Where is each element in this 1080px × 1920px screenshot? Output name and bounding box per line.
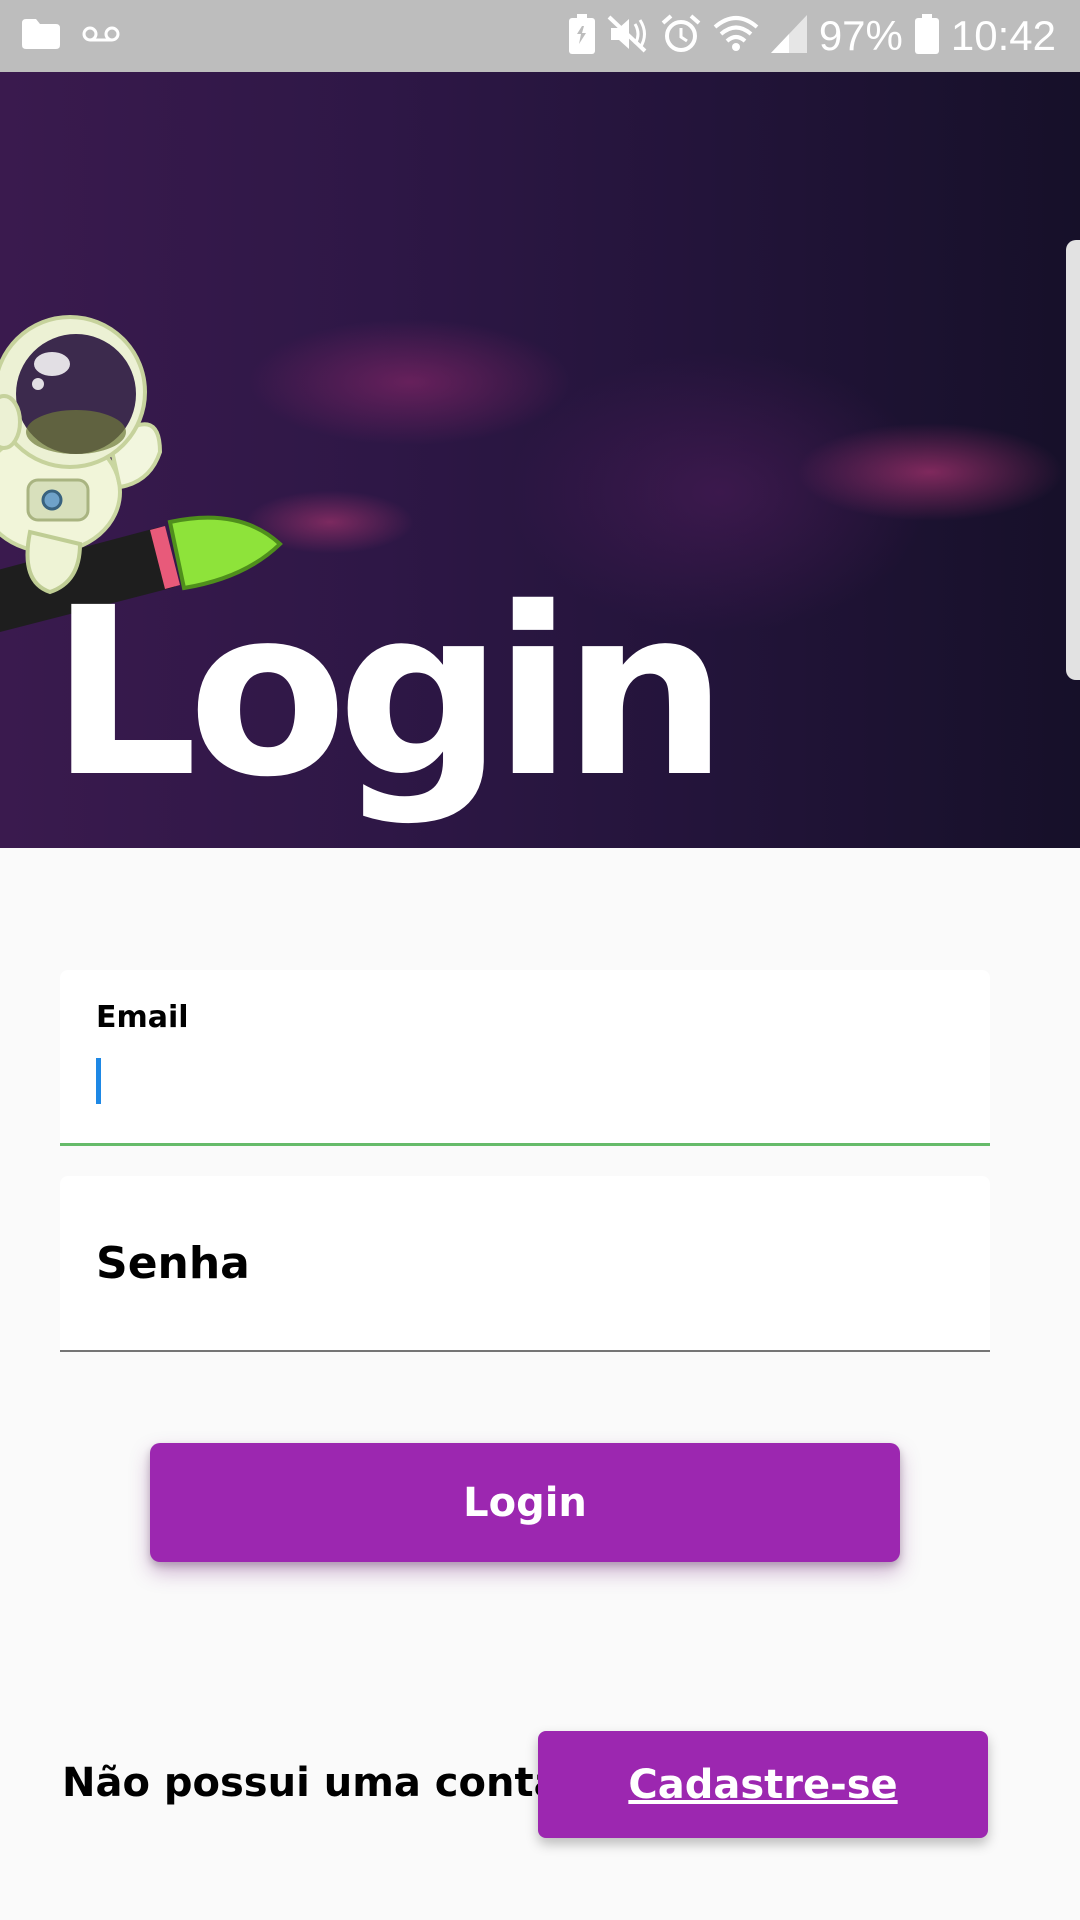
password-field[interactable]: Senha <box>60 1176 990 1352</box>
mute-icon <box>607 14 649 58</box>
wifi-icon <box>713 15 759 57</box>
hero-banner: Login <box>0 72 1080 848</box>
folder-icon <box>22 19 60 53</box>
signup-prompt: Não possui uma conta? <box>62 1760 584 1806</box>
battery-saver-icon <box>568 14 595 58</box>
battery-icon <box>914 14 939 58</box>
clock: 10:42 <box>950 12 1056 59</box>
login-button[interactable]: Login <box>150 1443 900 1562</box>
edge-panel-handle[interactable] <box>1066 240 1080 680</box>
email-field[interactable]: Email <box>60 970 990 1146</box>
status-bar-left <box>22 0 120 72</box>
email-label: Email <box>96 1000 189 1035</box>
status-bar-right: 97% 10:42 <box>568 0 1056 72</box>
page-title: Login <box>50 558 728 828</box>
status-bar: 97% 10:42 <box>0 0 1080 72</box>
battery-percent: 97% <box>818 12 903 59</box>
email-input[interactable] <box>96 1069 954 1129</box>
voicemail-icon <box>82 24 120 48</box>
signup-button[interactable]: Cadastre-se <box>538 1731 988 1838</box>
alarm-icon <box>661 14 701 58</box>
signal-icon <box>770 15 807 57</box>
password-input[interactable] <box>96 1276 954 1336</box>
